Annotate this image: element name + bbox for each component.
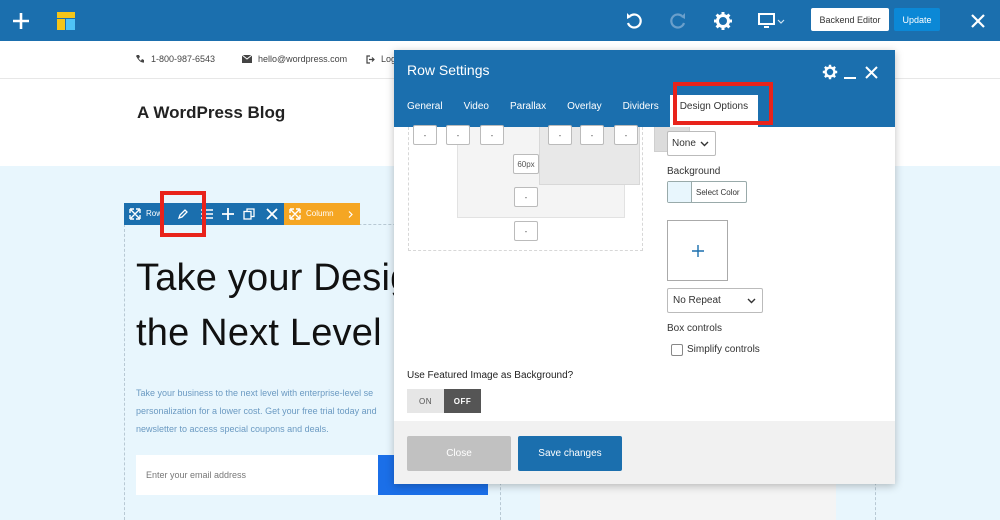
color-picker[interactable]: Select Color	[667, 181, 747, 203]
hero-paragraph-line: Take your business to the next level wit…	[136, 388, 374, 398]
undo-icon[interactable]	[622, 0, 646, 41]
repeat-value: No Repeat	[673, 295, 721, 306]
select-color-label: Select Color	[696, 187, 740, 197]
modal-gear-icon[interactable]	[821, 62, 839, 82]
row-settings-modal: Row Settings General Video Parallax Over…	[394, 50, 895, 484]
email-input[interactable]: Enter your email address	[136, 455, 378, 495]
tab-general[interactable]: General	[407, 95, 443, 127]
redo-icon[interactable]	[666, 0, 690, 41]
desktop-icon[interactable]	[756, 0, 786, 41]
phone-contact: 1-800-987-6543	[135, 54, 215, 64]
simplify-controls-label: Simplify controls	[687, 344, 760, 355]
margin-bottom-field[interactable]: -	[514, 221, 538, 241]
edit-highlight	[160, 191, 206, 237]
move-icon[interactable]	[129, 208, 141, 220]
column-move-icon[interactable]	[289, 208, 301, 220]
close-button[interactable]: Close	[407, 436, 511, 471]
column-control-bar: Column	[284, 203, 360, 225]
email-contact: hello@wordpress.com	[242, 54, 347, 64]
border-style-value: None	[672, 138, 696, 149]
margin-left-field[interactable]: -	[413, 125, 437, 145]
phone-icon	[136, 55, 144, 63]
backend-editor-button[interactable]: Backend Editor	[811, 8, 889, 31]
modal-footer: Close Save changes	[394, 421, 895, 484]
modal-close-icon[interactable]	[863, 62, 879, 82]
chevron-down-icon	[747, 298, 756, 304]
modal-body: - - - - - - 60px - - None Background Sel…	[394, 125, 895, 421]
featured-image-toggle[interactable]: ON OFF	[407, 389, 481, 415]
padding-right-field[interactable]: -	[548, 125, 572, 145]
tab-dividers[interactable]: Dividers	[623, 95, 659, 127]
login-icon	[366, 54, 375, 64]
save-changes-button[interactable]: Save changes	[518, 436, 622, 471]
simplify-controls-checkbox[interactable]	[671, 344, 683, 356]
toggle-on[interactable]: ON	[407, 389, 444, 413]
site-title[interactable]: A WordPress Blog	[137, 103, 285, 123]
box-controls-label: Box controls	[667, 323, 723, 334]
hero-paragraph: Take your business to the next level wit…	[136, 384, 406, 438]
padding-bottom-field[interactable]: 60px	[513, 154, 539, 174]
hero-paragraph-line: newsletter to access special coupons and…	[136, 424, 329, 434]
login-link[interactable]: Log	[366, 54, 396, 64]
add-icon[interactable]	[222, 208, 234, 220]
border-bottom-field[interactable]: -	[514, 187, 538, 207]
content-card	[540, 484, 836, 520]
delete-icon[interactable]	[266, 208, 278, 220]
layout-icon[interactable]	[55, 0, 77, 41]
row-guide-left	[124, 224, 125, 520]
close-icon[interactable]	[966, 0, 990, 41]
update-button[interactable]: Update	[894, 8, 940, 31]
duplicate-icon[interactable]	[243, 208, 255, 220]
minimize-icon[interactable]	[843, 62, 857, 82]
background-repeat-select[interactable]: No Repeat	[667, 288, 763, 313]
chevron-right-icon[interactable]	[348, 211, 353, 218]
hero-heading-line-1: Take your Desig	[136, 257, 412, 299]
border-style-select[interactable]: None	[667, 131, 716, 156]
plus-icon	[691, 244, 704, 257]
featured-image-label: Use Featured Image as Background?	[407, 370, 574, 381]
background-label: Background	[667, 166, 721, 177]
margin-right-field[interactable]: -	[614, 125, 638, 145]
modal-title: Row Settings	[407, 62, 490, 78]
hero-heading-line-2: the Next Level	[136, 312, 382, 354]
design-options-highlight	[673, 82, 773, 125]
padding-left-field[interactable]: -	[480, 125, 504, 145]
tab-parallax[interactable]: Parallax	[510, 95, 546, 127]
envelope-icon	[242, 55, 252, 63]
modal-header: Row Settings General Video Parallax Over…	[394, 50, 895, 127]
border-right-field[interactable]: -	[580, 125, 604, 145]
editor-toolbar: Backend Editor Update	[0, 0, 1000, 41]
tab-overlay[interactable]: Overlay	[567, 95, 601, 127]
add-element-icon[interactable]	[8, 0, 34, 41]
chevron-down-icon	[700, 141, 709, 147]
color-swatch	[668, 182, 692, 202]
border-left-field[interactable]: -	[446, 125, 470, 145]
add-image-button[interactable]	[667, 220, 728, 281]
toggle-off[interactable]: OFF	[444, 389, 481, 413]
column-label[interactable]: Column	[306, 209, 334, 218]
email-address: hello@wordpress.com	[258, 54, 348, 64]
tab-video[interactable]: Video	[464, 95, 489, 127]
phone-number: 1-800-987-6543	[151, 54, 216, 64]
gear-icon[interactable]	[711, 0, 735, 41]
hero-paragraph-line: personalization for a lower cost. Get yo…	[136, 406, 377, 416]
